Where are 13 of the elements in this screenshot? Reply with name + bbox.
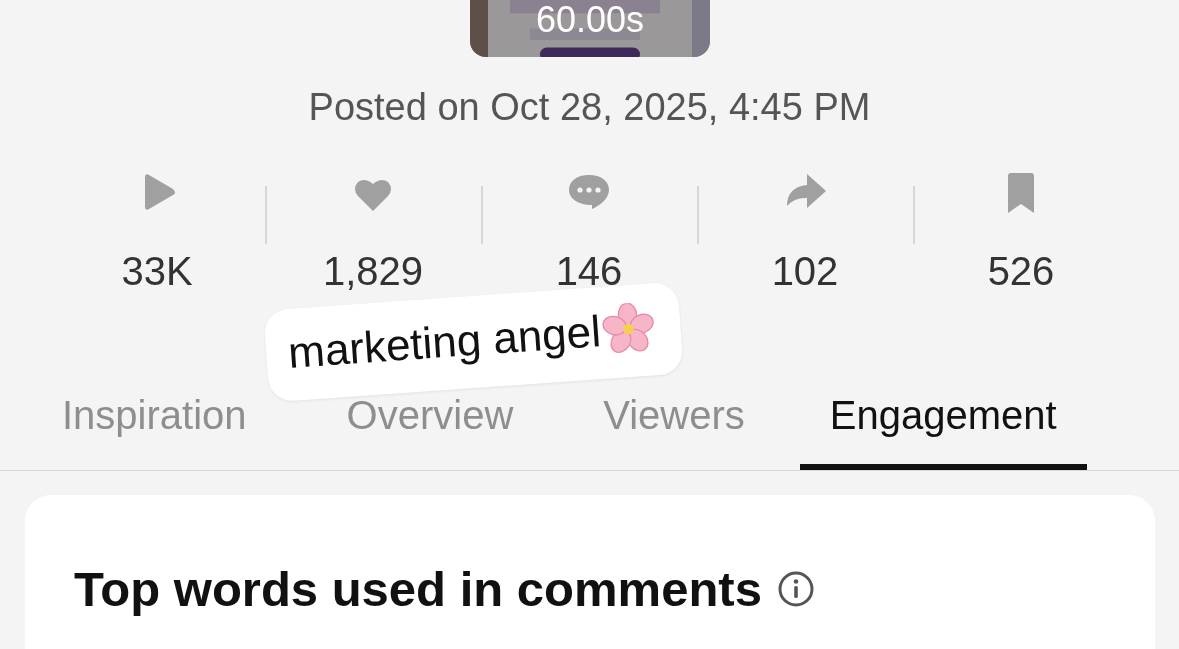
stat-value: 146 (555, 250, 623, 292)
tab[interactable]: Viewers (603, 393, 745, 470)
card-title: Top words used in comments (74, 561, 762, 617)
stat-value: 33K (121, 250, 193, 292)
stat-value: 526 (987, 250, 1055, 292)
tab[interactable]: Engagement (799, 393, 1087, 470)
sticker-text: marketing angel (286, 306, 603, 378)
stat-value: 102 (771, 250, 839, 292)
tab[interactable]: Inspiration (62, 393, 247, 470)
video-duration: 60.00s (535, 0, 645, 40)
tab[interactable]: Overview (346, 393, 514, 470)
posted-date: Posted on Oct 28, 2025, 4:45 PM (307, 87, 872, 127)
stat-value: 1,829 (322, 250, 424, 292)
